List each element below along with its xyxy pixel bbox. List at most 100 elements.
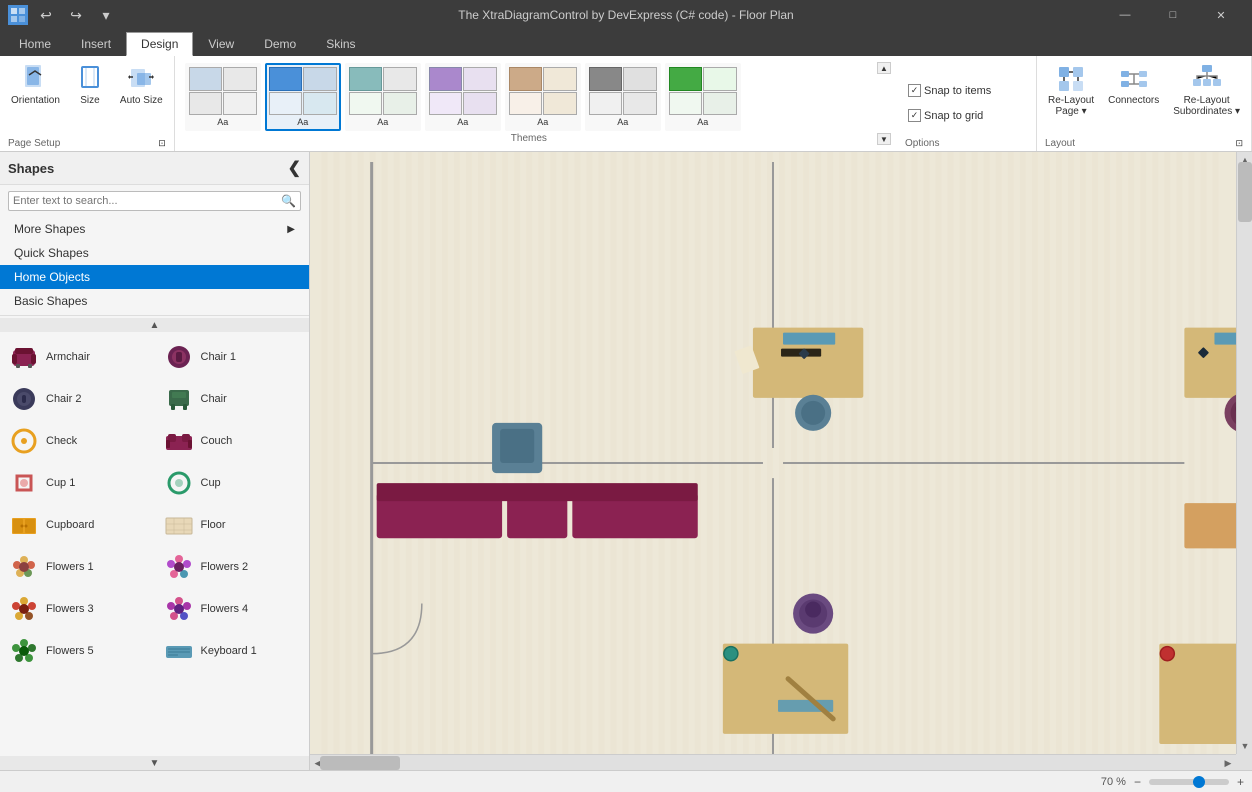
nav-more-shapes[interactable]: More Shapes ▶ [0,217,309,241]
theme-item-5[interactable]: Aa [505,63,581,131]
chair1-icon [163,341,195,373]
theme-item-4[interactable]: Aa [425,63,501,131]
layout-label: Layout [1045,138,1075,149]
shape-flowers4[interactable]: Flowers 4 [155,588,310,630]
relayout-sub-label2: Subordinates ▾ [1173,106,1240,117]
canvas-scroll-vertical[interactable]: ▲ ▼ [1236,152,1252,754]
floor-plan[interactable] [310,152,1236,754]
shape-cupboard[interactable]: Cupboard [0,504,155,546]
undo-button[interactable]: ↩ [34,4,58,26]
snap-grid-label: Snap to grid [924,110,983,122]
zoom-label: 70 % [1101,776,1126,788]
titlebar: ↩ ↪ ▾ The XtraDiagramControl by DevExpre… [0,0,1252,30]
snap-grid-checkbox[interactable] [908,109,921,122]
snap-items-label: Snap to items [924,85,991,97]
tab-skins[interactable]: Skins [311,32,370,56]
shape-flowers2[interactable]: Flowers 2 [155,546,310,588]
nav-home-objects[interactable]: Home Objects [0,265,309,289]
tab-insert[interactable]: Insert [66,32,126,56]
ribbon-group-page-setup: Orientation Size Auto Size Page Setup ⊡ [0,56,175,151]
size-label: Size [80,95,99,106]
auto-size-button[interactable]: Auto Size [115,60,168,109]
more-shapes-arrow: ▶ [287,224,295,235]
shape-chair2[interactable]: Chair 2 [0,378,155,420]
shape-cup1[interactable]: Cup 1 [0,462,155,504]
zoom-in-button[interactable]: + [1237,775,1244,789]
relayout-subordinates-button[interactable]: Re-Layout Subordinates ▾ [1168,60,1245,120]
close-button[interactable]: ✕ [1198,0,1244,30]
search-input[interactable] [13,195,281,207]
cup1-icon [8,467,40,499]
title-left: ↩ ↪ ▾ [8,4,118,26]
maximize-button[interactable]: □ [1150,0,1196,30]
ribbon-group-options: Snap to items Snap to grid Options [897,56,1037,151]
shape-flowers1[interactable]: Flowers 1 [0,546,155,588]
connectors-label: Connectors [1108,95,1159,106]
minimize-button[interactable]: — [1102,0,1148,30]
shape-chair1[interactable]: Chair 1 [155,336,310,378]
layout-expand[interactable]: ⊡ [1235,138,1243,149]
shape-flowers5[interactable]: Flowers 5 [0,630,155,672]
canvas-scroll-horizontal[interactable]: ◀ ▶ [310,754,1236,770]
theme-item-3[interactable]: Aa [345,63,421,131]
theme-item-7[interactable]: Aa [665,63,741,131]
zoom-slider[interactable] [1149,779,1229,785]
connectors-button[interactable]: Connectors [1103,60,1164,109]
zoom-out-button[interactable]: − [1134,775,1141,789]
flowers4-icon [163,593,195,625]
tab-home[interactable]: Home [4,32,66,56]
relayout-sub-label: Re-Layout [1184,95,1230,106]
shape-check[interactable]: Check [0,420,155,462]
shape-couch[interactable]: Couch [155,420,310,462]
tab-design[interactable]: Design [126,32,193,56]
themes-label: Themes [181,131,877,144]
snap-items-checkbox[interactable] [908,84,921,97]
nav-quick-shapes[interactable]: Quick Shapes [0,241,309,265]
shapes-collapse-button[interactable]: ❮ [288,158,301,178]
auto-size-label: Auto Size [120,95,163,106]
connectors-icon [1118,63,1150,95]
size-button[interactable]: Size [69,60,111,109]
shape-floor[interactable]: Floor [155,504,310,546]
shapes-scroll-dn[interactable]: ▼ [0,756,309,770]
options-label: Options [905,138,939,149]
flowers5-label: Flowers 5 [46,645,94,657]
shape-flowers3[interactable]: Flowers 3 [0,588,155,630]
scroll-thumb-vertical[interactable] [1238,162,1252,222]
statusbar: 70 % − + [0,770,1252,792]
themes-scroll-up[interactable]: ▲ [877,62,891,74]
themes-scroll-dn[interactable]: ▼ [877,133,891,145]
scroll-down-arrow[interactable]: ▼ [1237,738,1252,754]
nav-basic-shapes[interactable]: Basic Shapes [0,289,309,313]
redo-button[interactable]: ↪ [64,4,88,26]
shape-cup[interactable]: Cup [155,462,310,504]
search-icon: 🔍 [281,194,296,208]
tab-demo[interactable]: Demo [249,32,311,56]
theme-item-6[interactable]: Aa [585,63,661,131]
flowers3-label: Flowers 3 [46,603,94,615]
tab-view[interactable]: View [193,32,249,56]
couch-icon [163,425,195,457]
quick-access-dropdown[interactable]: ▾ [94,4,118,26]
page-setup-expand[interactable]: ⊡ [158,138,166,149]
cup-icon [163,467,195,499]
search-bar: 🔍 [8,191,301,211]
page-setup-label: Page Setup [8,138,60,149]
snap-to-items-check[interactable]: Snap to items [903,81,996,100]
orientation-button[interactable]: Orientation [6,60,65,109]
theme-item-2[interactable]: Aa [265,63,341,131]
shape-chair[interactable]: Chair [155,378,310,420]
scroll-right-arrow[interactable]: ▶ [1220,755,1236,770]
snap-to-grid-check[interactable]: Snap to grid [903,106,988,125]
relayout-page-label2: Page ▾ [1055,106,1086,117]
shape-armchair[interactable]: Armchair [0,336,155,378]
scroll-thumb-horizontal[interactable] [320,756,400,770]
couch-label: Couch [201,435,233,447]
zoom-thumb[interactable] [1193,776,1205,788]
shapes-scroll-up[interactable]: ▲ [0,318,309,332]
shape-keyboard1[interactable]: Keyboard 1 [155,630,310,672]
relayout-page-button[interactable]: Re-Layout Page ▾ [1043,60,1099,120]
ribbon-tabs: Home Insert Design View Demo Skins [0,30,1252,56]
options-content: Snap to items Snap to grid [903,60,1030,138]
theme-item-1[interactable]: Aa [185,63,261,131]
